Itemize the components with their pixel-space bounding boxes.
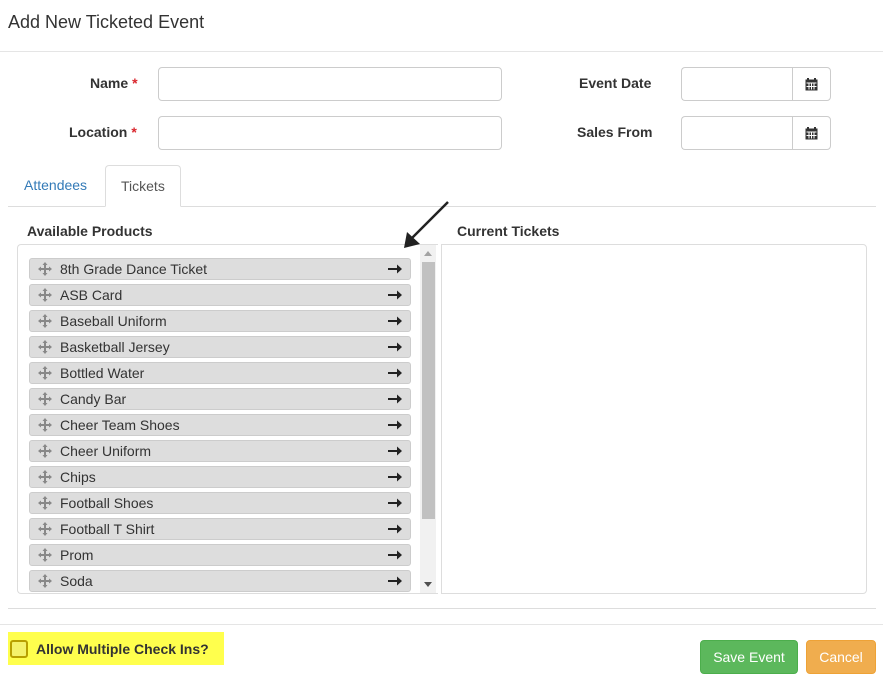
event-date-group [681, 67, 831, 101]
product-item[interactable]: Football Shoes [29, 492, 411, 514]
arrow-right-icon[interactable] [380, 523, 410, 535]
event-date-label: Event Date [579, 75, 652, 91]
available-products-scrollbar[interactable] [420, 245, 436, 593]
product-name: Cheer Uniform [60, 443, 152, 459]
move-icon[interactable] [30, 366, 60, 380]
product-item[interactable]: Football T Shirt [29, 518, 411, 540]
move-icon[interactable] [30, 340, 60, 354]
arrow-right-icon[interactable] [380, 289, 410, 301]
current-tickets-label: Current Tickets [457, 223, 560, 239]
product-item[interactable]: Soda [29, 570, 411, 592]
product-item[interactable]: Bottled Water [29, 362, 411, 384]
product-name: Candy Bar [60, 391, 127, 407]
product-name: ASB Card [60, 287, 123, 303]
product-name: Baseball Uniform [60, 313, 167, 329]
move-icon[interactable] [30, 418, 60, 432]
available-products-label: Available Products [27, 223, 153, 239]
product-name: Basketball Jersey [60, 339, 170, 355]
calendar-icon [805, 77, 818, 90]
arrow-right-icon[interactable] [380, 497, 410, 509]
move-icon[interactable] [30, 392, 60, 406]
move-icon[interactable] [30, 262, 60, 276]
header-divider [0, 51, 883, 52]
sales-from-input[interactable] [681, 116, 792, 150]
allow-multiple-checkins-field: Allow Multiple Check Ins? [8, 632, 224, 665]
arrow-right-icon[interactable] [380, 445, 410, 457]
location-input[interactable] [158, 116, 502, 150]
product-name: Football T Shirt [60, 521, 155, 537]
calendar-icon [805, 126, 818, 139]
current-tickets-list[interactable] [441, 244, 867, 594]
footer-divider [0, 624, 883, 625]
annotation-arrow-icon [404, 201, 449, 248]
name-input[interactable] [158, 67, 502, 101]
arrow-right-icon[interactable] [380, 471, 410, 483]
product-name: Chips [60, 469, 96, 485]
product-item[interactable]: Basketball Jersey [29, 336, 411, 358]
move-icon[interactable] [30, 444, 60, 458]
arrow-right-icon[interactable] [380, 341, 410, 353]
product-item[interactable]: ASB Card [29, 284, 411, 306]
cancel-button[interactable]: Cancel [806, 640, 876, 674]
product-item[interactable]: Baseball Uniform [29, 310, 411, 332]
move-icon[interactable] [30, 470, 60, 484]
name-label: Name * [90, 75, 138, 91]
product-name: Cheer Team Shoes [60, 417, 180, 433]
arrow-right-icon[interactable] [380, 367, 410, 379]
arrow-right-icon[interactable] [380, 263, 410, 275]
product-name: Bottled Water [60, 365, 145, 381]
tab-tickets[interactable]: Tickets [105, 165, 181, 207]
product-name: 8th Grade Dance Ticket [60, 261, 208, 277]
arrow-right-icon[interactable] [380, 315, 410, 327]
sales-from-calendar-button[interactable] [792, 116, 831, 150]
name-label-text: Name [90, 75, 129, 91]
arrow-right-icon[interactable] [380, 393, 410, 405]
scroll-up-icon[interactable] [424, 251, 432, 256]
product-item[interactable]: 8th Grade Dance Ticket [29, 258, 411, 280]
tab-attendees[interactable]: Attendees [9, 165, 102, 207]
sales-from-group [681, 116, 831, 150]
product-name: Soda [60, 573, 93, 589]
location-label: Location * [69, 124, 137, 140]
location-label-text: Location [69, 124, 128, 140]
product-item[interactable]: Cheer Uniform [29, 440, 411, 462]
allow-multiple-checkins-checkbox[interactable] [10, 639, 28, 658]
product-item[interactable]: Cheer Team Shoes [29, 414, 411, 436]
arrow-right-icon[interactable] [380, 419, 410, 431]
arrow-right-icon[interactable] [380, 549, 410, 561]
arrow-right-icon[interactable] [380, 575, 410, 587]
save-event-button[interactable]: Save Event [700, 640, 798, 674]
required-mark: * [131, 124, 137, 140]
event-date-calendar-button[interactable] [792, 67, 831, 101]
allow-multiple-checkins-label: Allow Multiple Check Ins? [36, 640, 209, 657]
move-icon[interactable] [30, 496, 60, 510]
move-icon[interactable] [30, 574, 60, 588]
available-products-list[interactable]: 8th Grade Dance Ticket ASB Card Baseball U… [17, 244, 438, 594]
event-date-input[interactable] [681, 67, 792, 101]
scroll-thumb[interactable] [422, 262, 435, 519]
move-icon[interactable] [30, 288, 60, 302]
product-name: Football Shoes [60, 495, 154, 511]
move-icon[interactable] [30, 548, 60, 562]
required-mark: * [132, 75, 138, 91]
product-item[interactable]: Candy Bar [29, 388, 411, 410]
scroll-down-icon[interactable] [424, 582, 432, 587]
move-icon[interactable] [30, 522, 60, 536]
product-item[interactable]: Prom [29, 544, 411, 566]
modal-title: Add New Ticketed Event [8, 12, 205, 32]
sales-from-label: Sales From [577, 124, 653, 140]
move-icon[interactable] [30, 314, 60, 328]
product-item[interactable]: Chips [29, 466, 411, 488]
product-name: Prom [60, 547, 94, 563]
